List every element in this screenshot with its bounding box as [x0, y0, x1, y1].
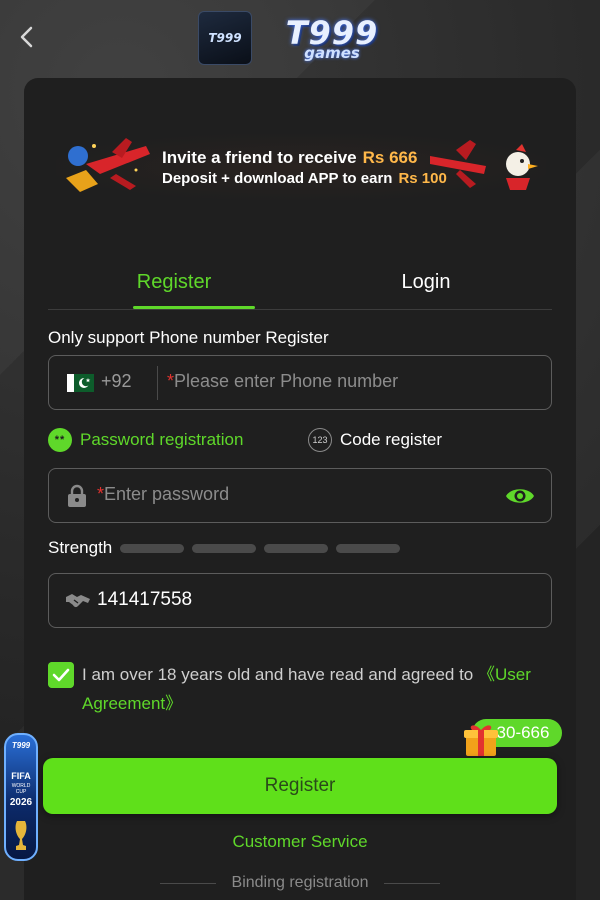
widget-fifa: FIFA — [11, 771, 31, 781]
strength-bar — [336, 543, 401, 553]
field-divider — [157, 366, 158, 400]
banner-line-1: Invite a friend to receive Rs 666 — [162, 148, 417, 168]
code-register-option[interactable]: 123 Code register — [308, 428, 442, 452]
tab-login[interactable]: Login — [300, 256, 552, 308]
widget-cup: WORLD CUP — [11, 783, 31, 795]
strength-label: Strength — [48, 538, 113, 557]
phone-placeholder-text: Please enter Phone number — [174, 371, 399, 391]
password-field[interactable]: *Enter password — [48, 468, 552, 523]
required-mark: * — [97, 484, 105, 504]
top-bar: T999 T999 games — [0, 0, 600, 78]
app-logo-icon: T999 — [198, 11, 252, 65]
referral-code-value[interactable]: 141417558 — [97, 589, 192, 611]
trophy-icon — [15, 821, 27, 850]
world-cup-widget[interactable]: T999 FIFA WORLD CUP 2026 — [4, 733, 38, 861]
widget-year: 2026 — [9, 797, 33, 808]
banner-amount-1: Rs 666 — [362, 148, 418, 167]
strength-bar — [264, 543, 329, 553]
customer-service-link[interactable]: Customer Service — [24, 832, 576, 852]
banner-line-2: Deposit + download APP to earn Rs 100 — [162, 170, 447, 187]
password-placeholder-text: Enter password — [104, 484, 230, 504]
agreement-statement: I am over 18 years old and have read and… — [82, 665, 478, 684]
app-logo-small-text: T999 — [208, 31, 242, 45]
code-register-label: Code register — [340, 430, 443, 449]
plane-left-icon — [66, 138, 150, 192]
phone-placeholder: *Please enter Phone number — [167, 371, 398, 392]
phone-field[interactable]: +92 *Please enter Phone number — [48, 355, 552, 410]
agreement-text: I am over 18 years old and have read and… — [82, 660, 552, 718]
plane-chicken-icon — [430, 140, 538, 190]
pakistan-flag-icon[interactable] — [67, 374, 94, 392]
register-button[interactable]: Register — [43, 758, 557, 814]
strength-bar — [120, 543, 185, 553]
number-code-icon: 123 — [308, 428, 332, 452]
binding-registration-label: Binding registration — [231, 874, 369, 891]
referral-code-field[interactable]: 141417558 — [48, 573, 552, 628]
auth-tabs: Register Login — [48, 256, 552, 310]
agreement-checkbox[interactable] — [48, 662, 74, 688]
register-hint: Only support Phone number Register — [48, 328, 329, 347]
active-tab-indicator — [133, 306, 255, 309]
widget-logo: T999 — [11, 741, 31, 750]
register-mode-row: ** Password registration 123 Code regist… — [48, 428, 552, 454]
register-card: Invite a friend to receive Rs 666 Deposit… — [24, 78, 576, 900]
country-code[interactable]: +92 — [101, 371, 132, 392]
back-arrow-icon[interactable] — [14, 22, 40, 52]
promo-banner[interactable]: Invite a friend to receive Rs 666 Deposit… — [56, 134, 546, 200]
brand-logo-sub: games — [304, 44, 360, 62]
password-registration-label: Password registration — [80, 430, 244, 449]
required-mark: * — [167, 371, 175, 391]
brand-logo: T999 games — [262, 10, 402, 68]
binding-registration: Binding registration — [152, 874, 448, 892]
strength-bar — [192, 543, 257, 553]
banner-line-1-text: Invite a friend to receive — [162, 148, 357, 167]
divider-line — [159, 882, 216, 884]
password-placeholder: *Enter password — [97, 484, 229, 505]
gift-icon[interactable] — [462, 720, 500, 758]
lock-icon — [68, 484, 86, 507]
tab-register[interactable]: Register — [48, 256, 300, 308]
banner-line-2-text: Deposit + download APP to earn — [162, 170, 393, 187]
eye-icon[interactable] — [505, 485, 535, 507]
divider-line — [384, 882, 441, 884]
handshake-icon — [66, 594, 90, 608]
password-strength: Strength — [48, 538, 408, 558]
password-registration-option[interactable]: ** Password registration — [48, 428, 243, 452]
password-dots-icon: ** — [48, 428, 72, 452]
